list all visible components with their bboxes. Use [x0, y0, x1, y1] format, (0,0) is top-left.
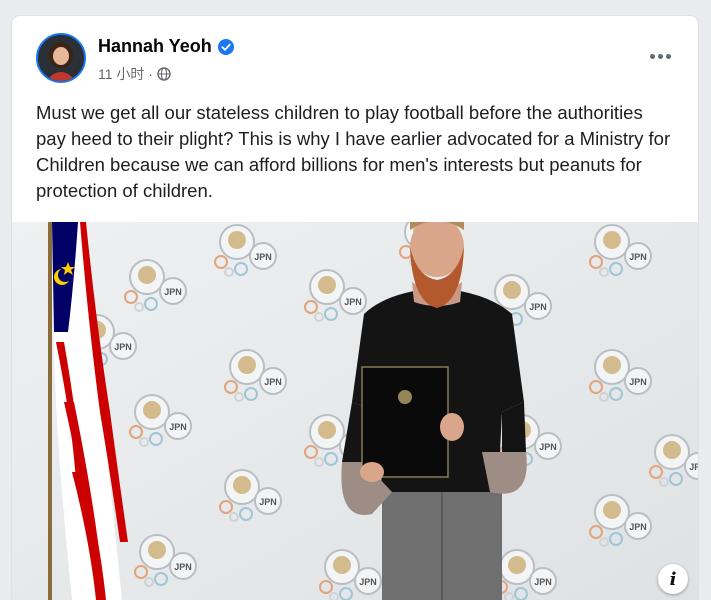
author-name[interactable]: Hannah Yeoh: [98, 36, 212, 57]
author-avatar[interactable]: [36, 33, 86, 83]
globe-icon[interactable]: [157, 67, 171, 81]
more-options-icon: [649, 53, 655, 59]
post-card: Hannah Yeoh 11 小时 · Must we get all our …: [12, 16, 698, 600]
post-text: Must we get all our stateless children t…: [36, 102, 671, 201]
post-header: Hannah Yeoh 11 小时 ·: [12, 16, 698, 96]
image-info-button[interactable]: i: [658, 564, 688, 594]
more-options-button[interactable]: [646, 46, 674, 66]
avatar-image: [38, 35, 84, 81]
verified-badge-icon: [217, 38, 234, 55]
post-photo[interactable]: JPN: [12, 222, 698, 600]
post-timestamp[interactable]: 11 小时 ·: [98, 64, 153, 84]
post-meta: 11 小时 ·: [98, 64, 171, 84]
photo-image: JPN: [12, 222, 698, 600]
author-name-row: Hannah Yeoh: [98, 36, 234, 57]
